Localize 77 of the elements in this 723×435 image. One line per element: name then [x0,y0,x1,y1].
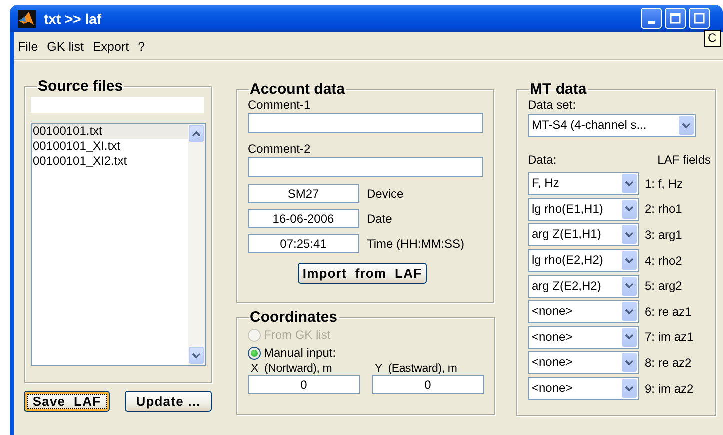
laf-field-label: 5: arg2 [645,279,682,294]
radio-label: Manual input: [264,346,336,360]
minimize-button[interactable] [641,8,662,29]
field-label: Data set: [528,98,578,112]
filename-entry[interactable]: 00100101_XI2.txt [32,154,188,169]
chevron-down-icon [625,308,634,315]
field-label: Comment-1 [248,98,312,112]
coordinate-field[interactable]: 0 [372,375,484,394]
chevron-down-icon [625,386,634,392]
group-title: Coordinates [249,309,339,326]
dropdown[interactable]: <none> [528,351,639,374]
chevron-down-icon [192,352,201,358]
laf-field-label: 6: re az1 [645,304,692,319]
chevron-down-icon [625,232,634,238]
laf-field-label: 4: rho2 [645,254,682,268]
filename-entry[interactable]: 00100101.txt [32,124,188,139]
chevron-up-icon [192,130,201,136]
field-label: Device [367,186,404,200]
chevron-down-icon [625,206,634,212]
chevron-down-icon [625,283,634,290]
text-field[interactable]: 16-06-2006 [248,209,359,228]
dropdown[interactable]: arg Z(E2,H2) [528,274,639,298]
laf-field-label: 9: im az2 [645,382,694,396]
menu-item[interactable]: Export [92,40,130,59]
laf-field-label: 2: rho1 [645,202,682,216]
filename-entry[interactable]: 00100101_XI.txt [32,139,188,154]
dropdown[interactable]: F, Hz [528,172,639,196]
field-label: X (Nortward), m [250,363,334,375]
dropdown[interactable]: <none> [528,326,639,349]
text-field[interactable]: SM27 [248,184,359,203]
field-label: Date [367,212,392,226]
square-icon [694,13,705,24]
import-button[interactable]: Import from LAF [298,263,428,284]
dropdown[interactable]: <none> [528,300,639,324]
laf-field-label: 1: f, Hz [645,176,684,191]
menu-item[interactable]: GK list [47,40,84,59]
field-label: Y (Eastward), m [374,363,458,375]
laf-field-label: 3: arg1 [645,228,682,242]
group-title: MT data [529,81,588,98]
maximize-button[interactable] [665,8,686,29]
group-title: Source files [37,78,124,95]
filter-field[interactable] [31,97,204,113]
dropdown[interactable]: <none> [528,377,639,400]
column-label: LAF fields [658,153,711,167]
chevron-down-icon [682,122,691,128]
chevron-down-icon [625,180,634,187]
group-title: Account data [249,81,346,98]
dropdown[interactable]: arg Z(E1,H1) [528,223,639,246]
maximize-icon [670,13,681,24]
dropdown[interactable]: lg rho(E2,H2) [528,249,639,272]
text-field[interactable]: 07:25:41 [248,234,359,253]
menu-item[interactable]: File [18,40,38,59]
chevron-down-icon [625,360,634,366]
column-label: Data: [528,153,557,167]
window-title: txt >> laf [44,10,102,26]
minimize-icon [648,20,655,24]
push-button[interactable]: Save LAF [24,391,110,412]
push-button[interactable]: Update ... [125,391,212,412]
laf-field-label: 7: im az1 [645,330,694,344]
app-icon [18,10,36,28]
comment-field[interactable] [248,113,483,133]
laf-field-label: 8: re az2 [645,356,692,370]
coordinate-field[interactable]: 0 [248,375,360,394]
comment-field[interactable] [248,157,483,177]
file-list[interactable]: 00100101.txt 00100101_XI.txt 00100101_XI2.txt [31,123,206,366]
field-label: Time (HH:MM:SS) [367,236,465,250]
chevron-down-icon [625,258,634,264]
maximize-button[interactable] [689,8,710,29]
menu-item[interactable]: ? [138,40,146,59]
tooltip: C [704,30,721,47]
dropdown[interactable]: MT-S4 (4-channel s... [528,114,696,137]
dropdown[interactable]: lg rho(E1,H1) [528,198,639,221]
radio-label: From GK list [264,328,331,342]
radio-button[interactable] [248,346,261,360]
scrollbar[interactable] [188,124,205,365]
field-label: Comment-2 [248,142,312,156]
chevron-down-icon [625,334,634,340]
